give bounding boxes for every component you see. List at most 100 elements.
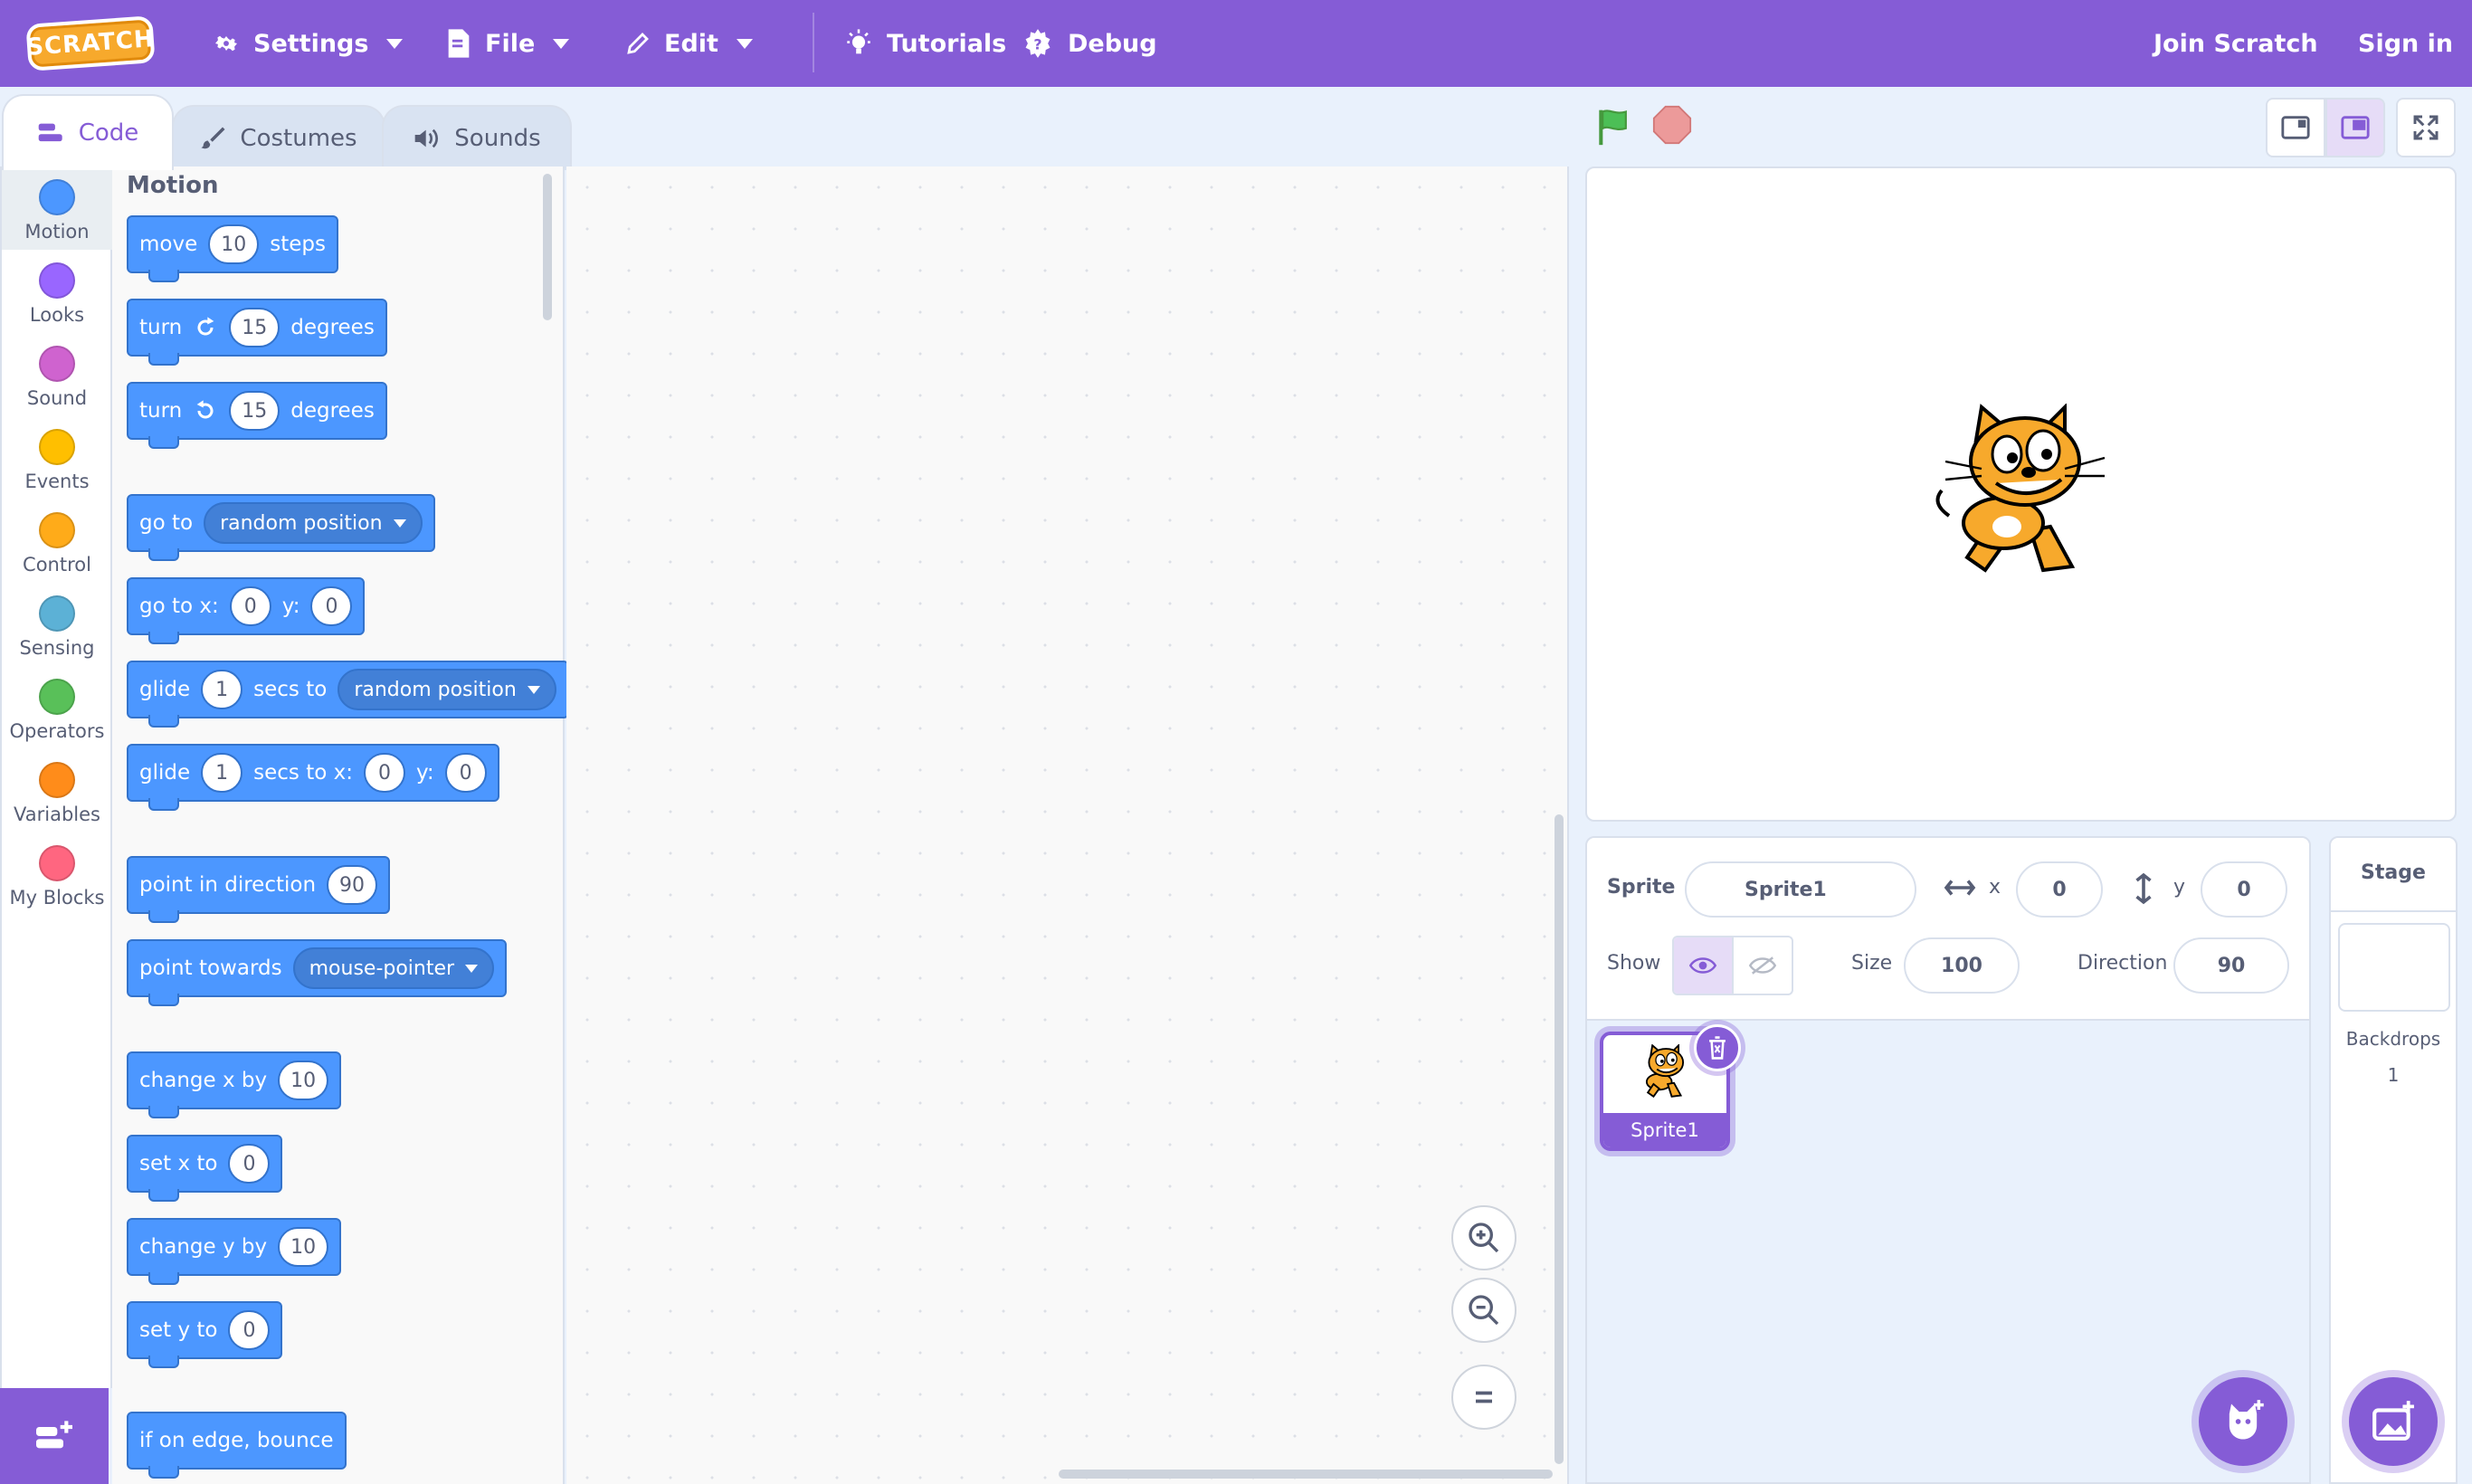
show-hidden-button[interactable]: [1734, 937, 1792, 994]
normal-stage-button[interactable]: [2325, 98, 2385, 157]
scratch-logo[interactable]: SCRATCH: [25, 15, 156, 71]
block-number-input[interactable]: 10: [278, 1227, 329, 1267]
block-number-input[interactable]: 0: [229, 586, 271, 626]
block-number-input[interactable]: 0: [363, 753, 405, 793]
category-dot: [39, 679, 75, 715]
block-number-input[interactable]: 10: [208, 224, 260, 264]
category-sensing[interactable]: Sensing: [2, 583, 112, 666]
show-visible-button[interactable]: [1674, 937, 1734, 994]
script-area-horizontal-scrollbar[interactable]: [1059, 1470, 1553, 1479]
block-text: secs to x:: [253, 761, 353, 785]
green-flag-button[interactable]: [1594, 107, 1634, 147]
dropdown-value: random position: [354, 678, 517, 701]
tab-sounds[interactable]: Sounds: [382, 105, 572, 170]
block-set-x[interactable]: set x to 0: [127, 1135, 283, 1202]
block-change-x[interactable]: change x by 10: [127, 1051, 342, 1118]
block-number-input[interactable]: 0: [228, 1310, 271, 1350]
category-menu: Motion Looks Sound Events Control Sensin…: [0, 166, 112, 1388]
direction-input[interactable]: 90: [2173, 937, 2289, 994]
small-stage-button[interactable]: [2266, 98, 2325, 157]
tab-code[interactable]: Code: [2, 94, 174, 170]
block-dropdown[interactable]: random position: [204, 502, 423, 544]
sprite-tile-name: Sprite1: [1603, 1113, 1726, 1147]
block-number-input[interactable]: 1: [201, 753, 243, 793]
x-position-input[interactable]: 0: [2016, 861, 2103, 918]
category-looks[interactable]: Looks: [2, 250, 112, 333]
tab-costumes[interactable]: Costumes: [172, 105, 385, 170]
block-text: turn: [139, 316, 183, 339]
edit-menu[interactable]: Edit: [624, 0, 753, 87]
backdrops-label: Backdrops: [2345, 1028, 2441, 1050]
block-number-input[interactable]: 1: [201, 670, 243, 709]
category-events[interactable]: Events: [2, 416, 112, 499]
file-menu[interactable]: File: [445, 0, 570, 87]
zoom-in-button[interactable]: [1451, 1205, 1516, 1270]
block-if-on-edge-bounce[interactable]: if on edge, bounce: [127, 1412, 347, 1479]
tutorials-button[interactable]: Tutorials: [843, 0, 1006, 87]
block-set-y[interactable]: set y to 0: [127, 1301, 283, 1368]
stage-canvas[interactable]: [1585, 166, 2457, 822]
block-change-y[interactable]: change y by 10: [127, 1218, 342, 1285]
category-dot: [39, 262, 75, 299]
settings-label: Settings: [253, 29, 369, 58]
palette-scrollbar[interactable]: [543, 174, 552, 320]
category-sound[interactable]: Sound: [2, 333, 112, 416]
block-turn-left[interactable]: turn 15 degrees: [127, 382, 387, 449]
block-number-input[interactable]: 10: [278, 1061, 329, 1100]
script-area-vertical-scrollbar[interactable]: [1555, 814, 1564, 1464]
block-number-input[interactable]: 15: [229, 391, 280, 431]
block-point-in-direction[interactable]: point in direction 90: [127, 856, 391, 923]
block-text: y:: [281, 595, 300, 618]
block-text: set x to: [139, 1152, 218, 1175]
backdrop-thumbnail[interactable]: [2338, 923, 2450, 1012]
category-my-blocks[interactable]: My Blocks: [2, 832, 112, 916]
block-dropdown[interactable]: mouse-pointer: [292, 947, 495, 989]
cat-sprite-icon[interactable]: [1931, 404, 2112, 594]
join-scratch-link[interactable]: Join Scratch: [2153, 0, 2318, 87]
block-number-input[interactable]: 0: [444, 753, 487, 793]
zoom-out-icon: [1466, 1292, 1502, 1328]
cat-thumbnail-icon: [1636, 1044, 1694, 1104]
block-turn-right[interactable]: turn 15 degrees: [127, 299, 387, 366]
block-number-input[interactable]: 0: [228, 1144, 271, 1184]
tab-costumes-label: Costumes: [240, 125, 357, 152]
choose-backdrop-button[interactable]: [2349, 1377, 2438, 1466]
stop-button[interactable]: [1652, 105, 1692, 145]
block-glide-to[interactable]: glide 1 secs to random position: [127, 661, 569, 728]
category-motion[interactable]: Motion: [2, 166, 112, 250]
block-dropdown[interactable]: random position: [338, 669, 556, 710]
sign-in-link[interactable]: Sign in: [2358, 0, 2453, 87]
block-text: go to: [139, 511, 194, 535]
size-input[interactable]: 100: [1904, 937, 2020, 994]
sprite-name-input[interactable]: Sprite1: [1685, 861, 1916, 918]
block-number-input[interactable]: 90: [327, 865, 378, 905]
block-text: move: [139, 233, 198, 256]
settings-menu[interactable]: Settings: [212, 0, 404, 87]
block-number-input[interactable]: 0: [310, 586, 353, 626]
tab-code-label: Code: [78, 119, 139, 147]
category-operators[interactable]: Operators: [2, 666, 112, 749]
category-variables[interactable]: Variables: [2, 749, 112, 832]
block-glide-to-xy[interactable]: glide 1 secs to x: 0 y: 0: [127, 744, 499, 811]
lightbulb-icon: [843, 28, 874, 59]
choose-sprite-button[interactable]: [2199, 1377, 2287, 1466]
fullscreen-button[interactable]: [2396, 98, 2456, 157]
zoom-reset-button[interactable]: [1451, 1365, 1516, 1430]
chevron-down-icon: [386, 38, 404, 49]
category-label: Sensing: [19, 637, 95, 659]
block-number-input[interactable]: 15: [229, 308, 280, 347]
block-go-to-xy[interactable]: go to x: 0 y: 0: [127, 577, 366, 644]
block-text: glide: [139, 678, 191, 701]
zoom-out-button[interactable]: [1451, 1278, 1516, 1343]
block-go-to[interactable]: go to random position: [127, 494, 435, 561]
script-area[interactable]: [566, 166, 1569, 1484]
y-position-input[interactable]: 0: [2201, 861, 2287, 918]
add-extension-button[interactable]: [0, 1388, 109, 1484]
block-point-towards[interactable]: point towards mouse-pointer: [127, 939, 508, 1006]
category-control[interactable]: Control: [2, 499, 112, 583]
block-move-steps[interactable]: move 10 steps: [127, 215, 338, 282]
debug-button[interactable]: ? Debug: [1021, 0, 1157, 87]
delete-sprite-button[interactable]: [1694, 1024, 1741, 1071]
sign-in-label: Sign in: [2358, 29, 2454, 58]
speaker-icon: [413, 126, 442, 151]
